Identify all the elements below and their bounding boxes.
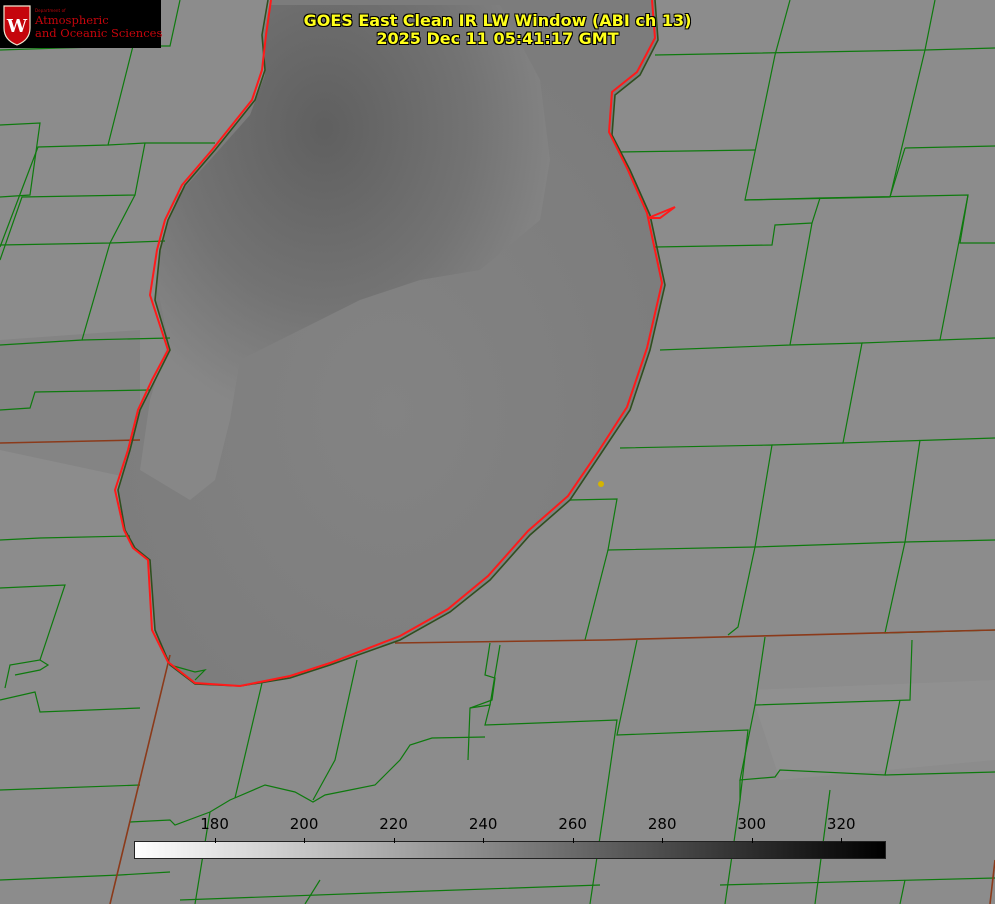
colorbar-tick-mark: [304, 838, 306, 843]
colorbar-tick-mark: [214, 838, 216, 843]
colorbar-tick-label: 280: [647, 815, 677, 833]
colorbar-tick-label: 260: [558, 815, 587, 833]
colorbar-tick-label: 220: [379, 815, 408, 833]
station-marker: [598, 481, 604, 487]
colorbar-tick-mark: [393, 838, 395, 843]
colorbar-tick-label: 200: [289, 815, 319, 833]
colorbar-tick-label: 180: [200, 815, 229, 833]
ir-satellite-map: [0, 0, 995, 904]
image-title: GOES East Clean IR LW Window (ABI ch 13): [303, 11, 692, 30]
colorbar-tick-mark: [483, 838, 485, 843]
colorbar-tick-mark: [572, 838, 574, 843]
image-timestamp: 2025 Dec 11 05:41:17 GMT: [376, 29, 619, 48]
colorbar-tick-label: 240: [468, 815, 498, 833]
satellite-image-viewer: W Department of Atmospheric and Oceanic …: [0, 0, 995, 904]
colorbar-tick-mark: [751, 838, 753, 843]
colorbar-tick-label: 300: [737, 815, 767, 833]
colorbar-tick-mark: [841, 838, 843, 843]
colorbar-tick-mark: [662, 838, 664, 843]
temperature-colorbar: [134, 841, 886, 859]
colorbar-tick-label: 320: [826, 815, 856, 833]
